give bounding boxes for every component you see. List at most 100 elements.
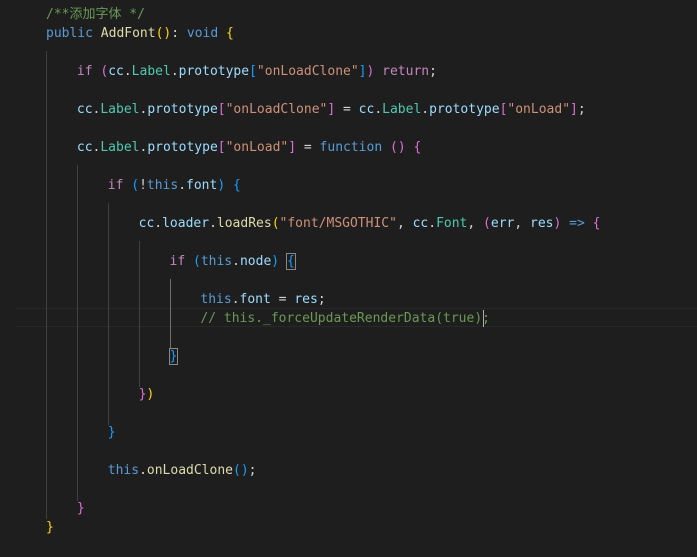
code-bracket: )	[240, 463, 249, 478]
code-token: =	[343, 102, 351, 117]
code-bracket: )	[397, 140, 406, 155]
code-string: "onLoad"	[225, 140, 289, 155]
code-identifier: cc	[76, 140, 93, 155]
code-line[interactable]	[0, 328, 697, 347]
code-bracket: )	[217, 178, 226, 193]
code-bracket: [	[217, 140, 226, 155]
code-line[interactable]	[0, 43, 697, 62]
code-token: .	[178, 178, 187, 193]
code-identifier: cc	[76, 102, 93, 117]
code-identifier: font	[186, 178, 218, 193]
code-identifier: this	[146, 178, 179, 193]
code-identifier: prototype	[147, 140, 218, 155]
code-bracket: {	[233, 178, 241, 193]
code-identifier: public	[46, 26, 93, 41]
code-identifier: prototype	[429, 102, 500, 117]
code-line[interactable]: if (this.node) {	[0, 252, 697, 271]
code-identifier: if	[107, 178, 124, 193]
code-token: ;	[429, 64, 437, 79]
code-line[interactable]	[0, 271, 697, 290]
code-token: .	[154, 216, 163, 231]
code-line[interactable]: public AddFont(): void {	[0, 24, 697, 43]
matched-bracket: {	[285, 253, 296, 270]
code-identifier: font	[239, 292, 271, 307]
code-identifier: cc	[138, 216, 155, 231]
code-token: ,	[514, 216, 523, 231]
code-line[interactable]	[0, 81, 697, 100]
code-bracket: ]	[327, 102, 336, 117]
code-bracket: }	[107, 425, 116, 440]
code-line[interactable]	[0, 480, 697, 499]
code-identifier: prototype	[147, 102, 218, 117]
code-line[interactable]: cc.loader.loadRes("font/MSGOTHIC", cc.Fo…	[0, 214, 697, 233]
code-identifier: cc	[358, 102, 375, 117]
code-identifier: node	[239, 254, 272, 269]
text-cursor	[483, 310, 484, 327]
code-line[interactable]	[0, 233, 697, 252]
code-line[interactable]: }	[0, 499, 697, 518]
code-bracket: )	[146, 387, 155, 402]
code-identifier: this	[200, 292, 232, 307]
code-line[interactable]: /**添加字体 */	[0, 5, 697, 24]
code-line[interactable]: if (!this.font) {	[0, 176, 697, 195]
code-token: .	[428, 216, 437, 231]
code-bracket: }	[76, 501, 85, 516]
code-bracket: (	[232, 463, 241, 478]
code-line[interactable]: if (cc.Label.prototype["onLoadClone"]) r…	[0, 62, 697, 81]
code-identifier: Label	[100, 140, 140, 155]
code-bracket: {	[592, 216, 601, 231]
code-line[interactable]	[0, 366, 697, 385]
code-token: .	[123, 64, 132, 79]
code-token: ;	[317, 292, 326, 307]
code-line[interactable]: this.onLoadClone();	[0, 461, 697, 480]
code-bracket: {	[226, 26, 234, 41]
code-bracket: (	[271, 216, 280, 231]
code-identifier: this	[200, 254, 233, 269]
code-token: .	[139, 463, 147, 478]
code-string: "onLoadClone"	[225, 102, 328, 117]
code-line[interactable]	[0, 157, 697, 176]
code-identifier: return	[382, 64, 430, 79]
code-token: :	[171, 26, 180, 41]
code-comment: // this._forceUpdateRenderData(true);	[200, 311, 490, 326]
code-token: =	[303, 140, 312, 155]
code-token: .	[421, 102, 430, 117]
code-line[interactable]	[0, 119, 697, 138]
code-line[interactable]: }	[0, 518, 697, 537]
code-line[interactable]	[0, 195, 697, 214]
code-token: .	[209, 216, 217, 231]
code-line[interactable]	[0, 404, 697, 423]
code-line[interactable]: cc.Label.prototype["onLoad"] = function …	[0, 138, 697, 157]
code-identifier: void	[186, 26, 219, 41]
matched-bracket: }	[168, 348, 179, 365]
code-line[interactable]: }	[0, 423, 697, 442]
code-token: ,	[396, 216, 405, 231]
code-line[interactable]: })	[0, 385, 697, 404]
code-bracket: (	[193, 254, 201, 269]
code-identifier: err	[490, 216, 515, 231]
code-line[interactable]: // this._forceUpdateRenderData(true);	[0, 309, 697, 328]
code-bracket: [	[217, 102, 226, 117]
code-bracket: (	[100, 64, 109, 79]
code-identifier: res	[530, 216, 554, 231]
code-line[interactable]	[0, 442, 697, 461]
code-line[interactable]: this.font = res;	[0, 290, 697, 309]
code-line[interactable]: cc.Label.prototype["onLoadClone"] = cc.L…	[0, 100, 697, 119]
code-bracket: (	[483, 216, 491, 231]
code-identifier: onLoadClone	[146, 463, 233, 478]
code-line[interactable]: }	[0, 347, 697, 366]
code-editor[interactable]: /**添加字体 */public AddFont(): void {if (cc…	[0, 0, 697, 557]
code-bracket: }	[46, 520, 54, 535]
code-identifier: AddFont	[100, 26, 156, 41]
